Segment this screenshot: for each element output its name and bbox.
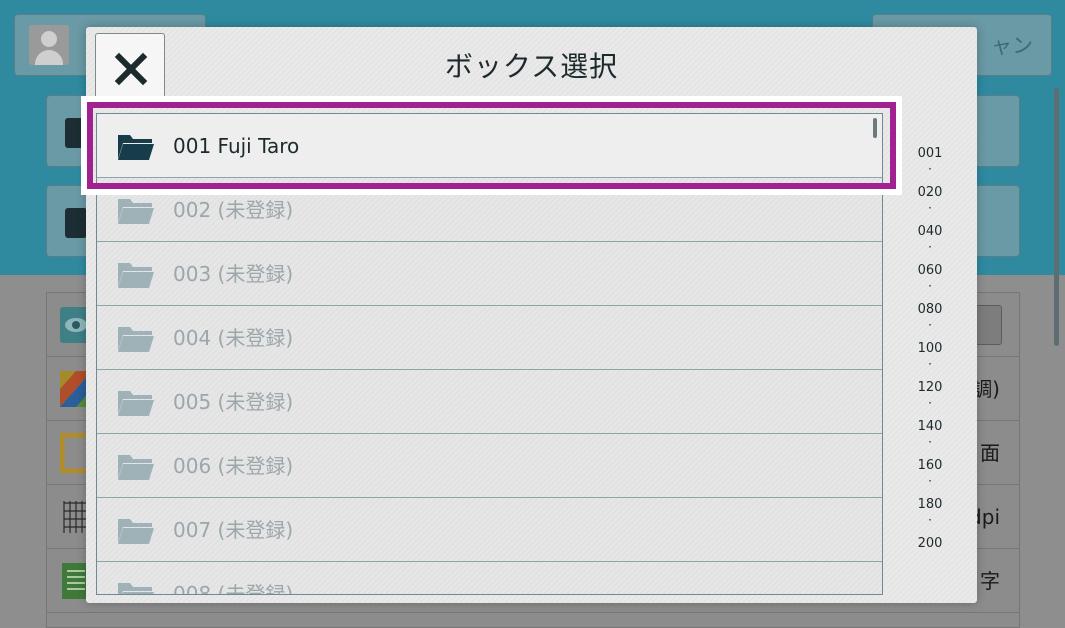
box-row-label: 005 (未登録) <box>173 390 294 414</box>
index-separator: · <box>928 474 932 488</box>
box-row-008[interactable]: 008 (未登録) <box>97 562 882 595</box>
index-item[interactable]: 120 <box>895 380 965 396</box>
box-row-label: 001 Fuji Taro <box>173 134 300 158</box>
index-separator: · <box>928 396 932 410</box>
box-row-label: 006 (未登録) <box>173 454 294 478</box>
folder-icon <box>118 263 154 288</box>
background-scrollbar <box>1054 88 1059 346</box>
background-row-value: 字 <box>980 569 1000 593</box>
index-item[interactable]: 100 <box>895 341 965 357</box>
screen: ャン 調) 面 dpi 字 ボックス選択 001 Fuji Taro 002 (… <box>0 0 1065 628</box>
box-row-label: 004 (未登録) <box>173 326 294 350</box>
index-item[interactable]: 001 <box>895 146 965 162</box>
index-separator: · <box>928 435 932 449</box>
list-scrollbar-thumb[interactable] <box>873 118 877 138</box>
index-separator: · <box>928 201 932 215</box>
box-row-label: 008 (未登録) <box>173 582 294 595</box>
index-separator: · <box>928 318 932 332</box>
dialog-title: ボックス選択 <box>444 50 619 83</box>
box-list[interactable]: 001 Fuji Taro 002 (未登録) 003 (未登録) 004 (未… <box>96 113 883 595</box>
box-row-005[interactable]: 005 (未登録) <box>97 370 882 434</box>
folder-icon <box>118 327 154 352</box>
index-item[interactable]: 200 <box>895 536 965 552</box>
box-row-007[interactable]: 007 (未登録) <box>97 498 882 562</box>
index-item[interactable]: 080 <box>895 302 965 318</box>
box-row-label: 003 (未登録) <box>173 262 294 286</box>
index-item[interactable]: 140 <box>895 419 965 435</box>
folder-icon <box>118 391 154 416</box>
document-icon <box>65 208 87 238</box>
folder-icon <box>118 519 154 544</box>
index-item[interactable]: 040 <box>895 224 965 240</box>
index-separator: · <box>928 513 932 527</box>
box-row-003[interactable]: 003 (未登録) <box>97 242 882 306</box>
document-icon <box>65 118 87 148</box>
index-item[interactable]: 160 <box>895 458 965 474</box>
box-row-label: 002 (未登録) <box>173 198 294 222</box>
box-row-006[interactable]: 006 (未登録) <box>97 434 882 498</box>
box-row-002[interactable]: 002 (未登録) <box>97 178 882 242</box>
folder-icon <box>118 455 154 480</box>
box-select-dialog: ボックス選択 001 Fuji Taro 002 (未登録) 003 (未登録)… <box>86 27 977 603</box>
index-item[interactable]: 180 <box>895 497 965 513</box>
index-separator: · <box>928 162 932 176</box>
index-separator: · <box>928 240 932 254</box>
folder-icon <box>118 199 154 224</box>
index-item[interactable]: 060 <box>895 263 965 279</box>
box-row-001[interactable]: 001 Fuji Taro <box>97 114 882 178</box>
index-separator: · <box>928 357 932 371</box>
folder-icon <box>118 583 154 594</box>
background-row-value: 面 <box>980 441 1000 465</box>
avatar-icon <box>29 25 69 65</box>
folder-icon <box>118 135 154 160</box>
index-item[interactable]: 020 <box>895 185 965 201</box>
box-row-004[interactable]: 004 (未登録) <box>97 306 882 370</box>
index-separator: · <box>928 279 932 293</box>
box-row-label: 007 (未登録) <box>173 518 294 542</box>
